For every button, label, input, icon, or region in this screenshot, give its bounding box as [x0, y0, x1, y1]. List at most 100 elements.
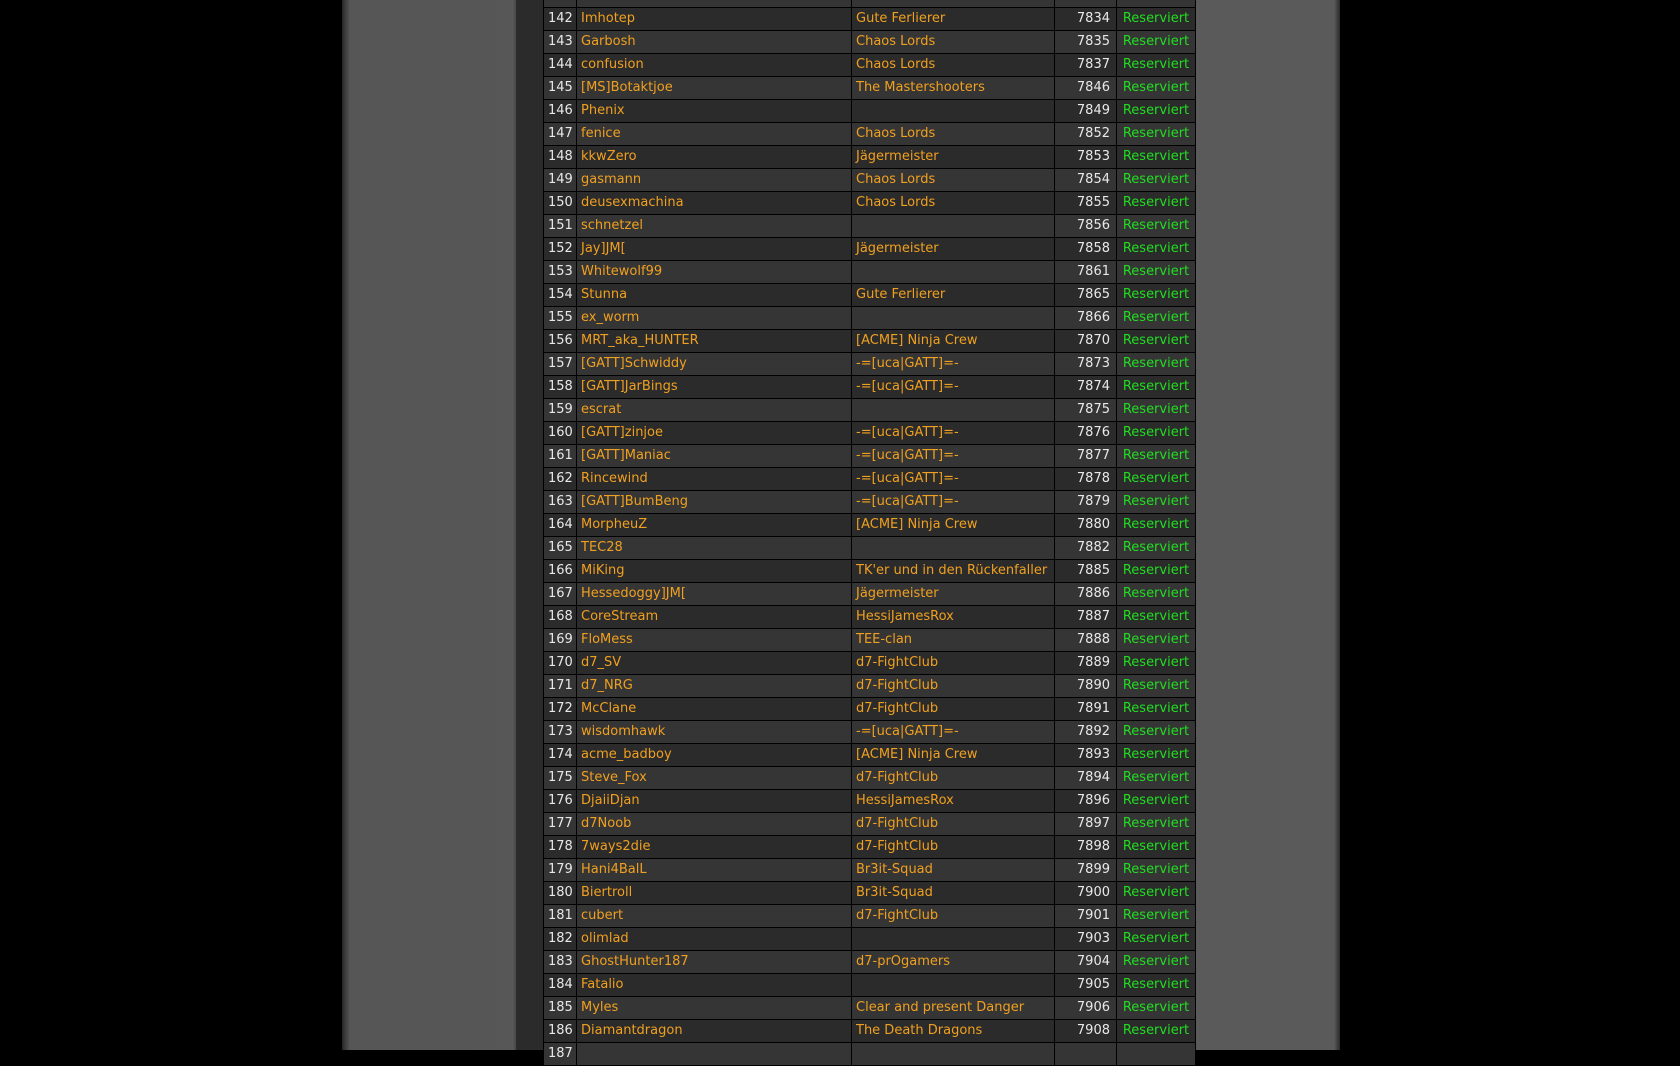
clan-name-link[interactable]	[851, 0, 1055, 8]
clan-name-link[interactable]	[851, 260, 1055, 284]
clan-name-link[interactable]: Br3it-Squad	[851, 858, 1055, 882]
clan-name-link[interactable]: -=[uca|GATT]=-	[851, 720, 1055, 744]
player-nick-link[interactable]: FloMess	[576, 628, 852, 652]
player-nick-link[interactable]: [GATT]Schwiddy	[576, 352, 852, 376]
player-nick-link[interactable]: Hani4BalL	[576, 858, 852, 882]
clan-name-link[interactable]: Chaos Lords	[851, 53, 1055, 77]
player-nick-link[interactable]: acme_badboy	[576, 743, 852, 767]
clan-name-link[interactable]	[851, 306, 1055, 330]
clan-name-link[interactable]: HessiJamesRox	[851, 605, 1055, 629]
player-nick-link[interactable]: MiKing	[576, 559, 852, 583]
seat-number: 7873	[1054, 352, 1117, 376]
clan-name-link[interactable]: d7-FightClub	[851, 812, 1055, 836]
player-nick-link[interactable]: DjaiiDjan	[576, 789, 852, 813]
clan-name-link[interactable]: Jägermeister	[851, 145, 1055, 169]
player-nick-link[interactable]: fenice	[576, 122, 852, 146]
player-nick-link[interactable]: CoreStream	[576, 605, 852, 629]
clan-name-link[interactable]: d7-FightClub	[851, 674, 1055, 698]
clan-name-link[interactable]: Clear and present Danger	[851, 996, 1055, 1020]
clan-name-link[interactable]: HessiJamesRox	[851, 789, 1055, 813]
clan-name-link[interactable]: -=[uca|GATT]=-	[851, 490, 1055, 514]
player-nick-link[interactable]: escrat	[576, 398, 852, 422]
player-nick-link[interactable]: cubert	[576, 904, 852, 928]
player-nick-link[interactable]: ex_worm	[576, 306, 852, 330]
clan-name-link[interactable]: d7-FightClub	[851, 651, 1055, 675]
clan-name-link[interactable]: Gute Ferlierer	[851, 7, 1055, 31]
player-nick-link[interactable]: McClane	[576, 697, 852, 721]
clan-name-link[interactable]	[851, 927, 1055, 951]
player-nick-link[interactable]: MRT_aka_HUNTER	[576, 329, 852, 353]
clan-name-link[interactable]: [ACME] Ninja Crew	[851, 743, 1055, 767]
clan-name-link[interactable]: -=[uca|GATT]=-	[851, 421, 1055, 445]
player-nick-link[interactable]: Imhotep	[576, 7, 852, 31]
clan-name-link[interactable]: d7-FightClub	[851, 904, 1055, 928]
clan-name-link[interactable]	[851, 398, 1055, 422]
clan-name-link[interactable]: The Death Dragons	[851, 1019, 1055, 1043]
player-nick-link[interactable]: d7_SV	[576, 651, 852, 675]
clan-name-link[interactable]: Gute Ferlierer	[851, 283, 1055, 307]
clan-name-link[interactable]: d7-FightClub	[851, 835, 1055, 859]
player-nick-link[interactable]: Jay]JM[	[576, 237, 852, 261]
clan-name-link[interactable]: Chaos Lords	[851, 30, 1055, 54]
player-nick-link[interactable]: confusion	[576, 53, 852, 77]
clan-name-link[interactable]: Chaos Lords	[851, 122, 1055, 146]
player-nick-link[interactable]: Biertroll	[576, 881, 852, 905]
clan-name-link[interactable]: d7-prOgamers	[851, 950, 1055, 974]
clan-name-link[interactable]: Chaos Lords	[851, 168, 1055, 192]
clan-name-link[interactable]: [ACME] Ninja Crew	[851, 513, 1055, 537]
player-nick-link[interactable]: Garbosh	[576, 30, 852, 54]
clan-name-link[interactable]: Jägermeister	[851, 582, 1055, 606]
status-text: Reserviert	[1116, 53, 1196, 77]
player-nick-link[interactable]: gasmann	[576, 168, 852, 192]
player-nick-link[interactable]: [GATT]JarBings	[576, 375, 852, 399]
player-nick-link[interactable]	[576, 0, 852, 8]
clan-name-link[interactable]: TK'er und in den Rückenfaller	[851, 559, 1055, 583]
player-nick-link[interactable]: Stunna	[576, 283, 852, 307]
clan-name-link[interactable]	[851, 536, 1055, 560]
player-nick-link[interactable]: [GATT]BumBeng	[576, 490, 852, 514]
player-nick-link[interactable]: Myles	[576, 996, 852, 1020]
table-row: 183 GhostHunter187 d7-prOgamers 7904 Reservi…	[543, 950, 1196, 974]
player-nick-link[interactable]: [GATT]zinjoe	[576, 421, 852, 445]
player-nick-link[interactable]: d7_NRG	[576, 674, 852, 698]
player-nick-link[interactable]: kkwZero	[576, 145, 852, 169]
player-nick-link[interactable]: GhostHunter187	[576, 950, 852, 974]
player-nick-link[interactable]: [MS]Botaktjoe	[576, 76, 852, 100]
player-nick-link[interactable]: schnetzel	[576, 214, 852, 238]
clan-name-link[interactable]: Br3it-Squad	[851, 881, 1055, 905]
clan-name-link[interactable]: -=[uca|GATT]=-	[851, 375, 1055, 399]
player-nick-link[interactable]: 7ways2die	[576, 835, 852, 859]
table-row: 159 escrat 7875 Reserviert	[543, 398, 1196, 422]
player-nick-link[interactable]: wisdomhawk	[576, 720, 852, 744]
player-nick-link[interactable]	[576, 1042, 852, 1066]
player-nick-link[interactable]: Rincewind	[576, 467, 852, 491]
clan-name-link[interactable]: Jägermeister	[851, 237, 1055, 261]
player-nick-link[interactable]: Whitewolf99	[576, 260, 852, 284]
clan-name-link[interactable]: Chaos Lords	[851, 191, 1055, 215]
clan-name-link[interactable]: -=[uca|GATT]=-	[851, 352, 1055, 376]
clan-name-link[interactable]	[851, 214, 1055, 238]
table-row: 184 Fatalio 7905 Reserviert	[543, 973, 1196, 997]
player-nick-link[interactable]: d7Noob	[576, 812, 852, 836]
player-nick-link[interactable]: olimlad	[576, 927, 852, 951]
clan-name-link[interactable]	[851, 973, 1055, 997]
clan-name-link[interactable]: d7-FightClub	[851, 766, 1055, 790]
player-nick-link[interactable]: TEC28	[576, 536, 852, 560]
clan-name-link[interactable]	[851, 99, 1055, 123]
player-nick-link[interactable]: Steve_Fox	[576, 766, 852, 790]
table-row: 174 acme_badboy [ACME] Ninja Crew 7893 Reser…	[543, 743, 1196, 767]
clan-name-link[interactable]: d7-FightClub	[851, 697, 1055, 721]
clan-name-link[interactable]: [ACME] Ninja Crew	[851, 329, 1055, 353]
player-nick-link[interactable]: [GATT]Maniac	[576, 444, 852, 468]
clan-name-link[interactable]	[851, 1042, 1055, 1066]
player-nick-link[interactable]: MorpheuZ	[576, 513, 852, 537]
clan-name-link[interactable]: -=[uca|GATT]=-	[851, 444, 1055, 468]
player-nick-link[interactable]: Phenix	[576, 99, 852, 123]
clan-name-link[interactable]: TEE-clan	[851, 628, 1055, 652]
player-nick-link[interactable]: Fatalio	[576, 973, 852, 997]
player-nick-link[interactable]: deusexmachina	[576, 191, 852, 215]
clan-name-link[interactable]: The Mastershooters	[851, 76, 1055, 100]
clan-name-link[interactable]: -=[uca|GATT]=-	[851, 467, 1055, 491]
player-nick-link[interactable]: Diamantdragon	[576, 1019, 852, 1043]
player-nick-link[interactable]: Hessedoggy]JM[	[576, 582, 852, 606]
